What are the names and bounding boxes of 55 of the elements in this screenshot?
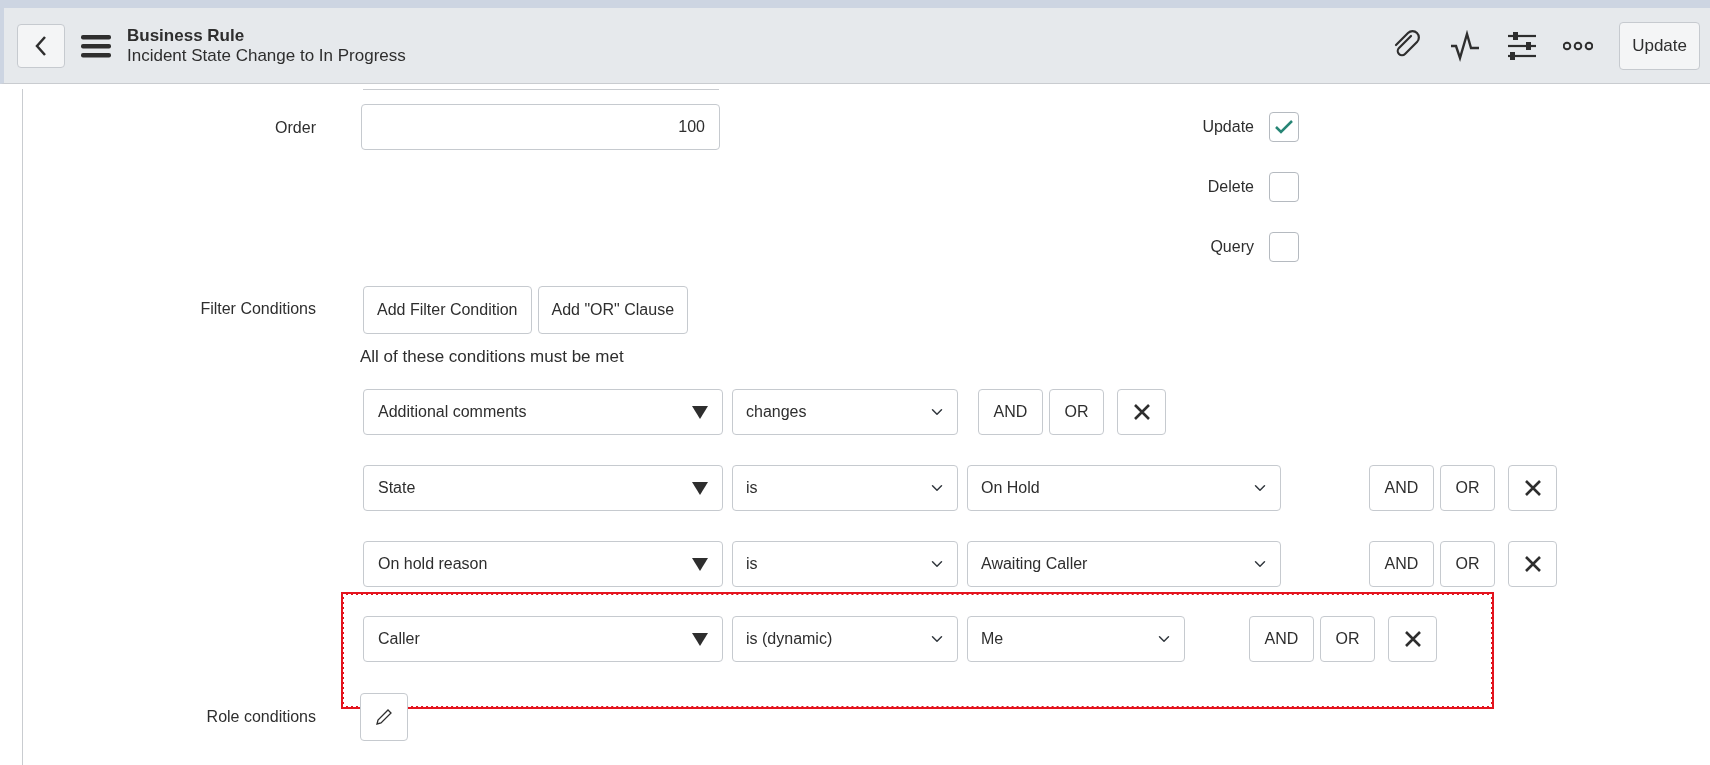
field-label: Order (274, 118, 316, 138)
operator-select[interactable]: is (732, 540, 958, 587)
dropdown-triangle-icon (692, 556, 708, 571)
update-button[interactable]: Update (1619, 21, 1700, 70)
value-select[interactable]: Awaiting Caller (967, 540, 1281, 587)
order-input-field[interactable]: 100 (361, 104, 720, 150)
or-button[interactable]: OR (1320, 615, 1375, 662)
dropdown-triangle-icon (692, 404, 708, 419)
operator-select[interactable]: is (dynamic) (732, 615, 958, 662)
remove-button[interactable] (1508, 540, 1557, 587)
checkbox[interactable] (1269, 112, 1299, 142)
and-button[interactable]: AND (1369, 540, 1434, 587)
add-condition-button[interactable]: Add "OR" Clause (537, 286, 689, 334)
close-icon (1523, 479, 1542, 498)
activity-icon[interactable] (1449, 29, 1482, 62)
or-button[interactable]: OR (1049, 388, 1104, 435)
back-button[interactable] (17, 23, 65, 68)
field-dropdown[interactable]: State (363, 464, 723, 511)
checkbox-label: Delete (1206, 177, 1254, 197)
checkbox-label: Update (1201, 117, 1254, 137)
checkbox-label: Query (1209, 237, 1254, 257)
checkbox[interactable] (1269, 232, 1299, 262)
field-dropdown[interactable]: Caller (363, 615, 723, 662)
close-icon (1403, 630, 1422, 649)
record-name: Incident State Change to In Progress (127, 45, 406, 66)
add-condition-button[interactable]: Add Filter Condition (363, 286, 532, 334)
remove-button[interactable] (1508, 464, 1557, 511)
operator-select[interactable]: changes (732, 388, 958, 435)
checkmark-icon (1274, 119, 1294, 135)
checkbox[interactable] (1269, 172, 1299, 202)
operator-select[interactable]: is (732, 464, 958, 511)
field-label: Filter Conditions (199, 299, 316, 319)
and-button[interactable]: AND (978, 388, 1043, 435)
and-button[interactable]: AND (1369, 464, 1434, 511)
field-dropdown[interactable]: Additional comments (363, 388, 723, 435)
field-label: Role conditions (205, 706, 316, 727)
remove-button[interactable] (1117, 388, 1166, 435)
value-select[interactable]: Me (967, 615, 1185, 662)
dropdown-triangle-icon (692, 631, 708, 646)
field-dropdown[interactable]: On hold reason (363, 540, 723, 587)
or-button[interactable]: OR (1440, 464, 1495, 511)
more-options-icon[interactable] (1563, 40, 1594, 51)
conditions-summary: All of these conditions must be met (360, 346, 625, 368)
menu-icon[interactable] (81, 33, 111, 58)
close-icon (1523, 555, 1542, 574)
record-type-title: Business Rule (127, 25, 246, 46)
dropdown-triangle-icon (692, 480, 708, 495)
close-icon (1132, 403, 1151, 422)
or-button[interactable]: OR (1440, 540, 1495, 587)
and-button[interactable]: AND (1249, 615, 1314, 662)
pencil-icon (375, 707, 393, 726)
settings-icon[interactable] (1507, 30, 1538, 61)
chevron-left-icon (34, 34, 48, 57)
remove-button[interactable] (1388, 615, 1437, 662)
value-select[interactable]: On Hold (967, 464, 1281, 511)
